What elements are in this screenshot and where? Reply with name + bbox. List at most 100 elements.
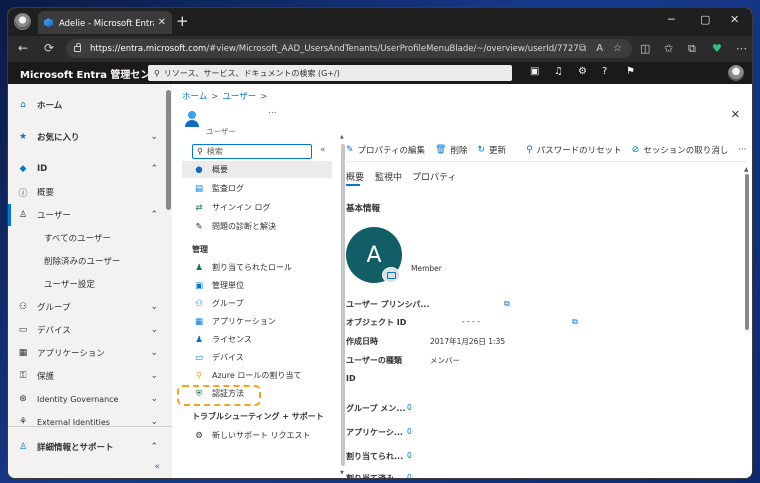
- close-window-button[interactable]: ✕: [730, 13, 739, 26]
- nav-devices[interactable]: ▭ デバイス ⌄: [8, 319, 164, 341]
- admin-units-icon: ▣: [194, 280, 204, 291]
- menu-item-licenses[interactable]: ♟ ライセンス: [182, 331, 332, 348]
- notifications-icon[interactable]: ♫: [554, 66, 563, 77]
- settings-more-icon[interactable]: ⋯: [736, 42, 747, 55]
- applications-icon: ▦: [194, 316, 204, 327]
- settings-gear-icon[interactable]: ⚙: [578, 66, 587, 77]
- revoke-sessions-button[interactable]: ⊘ セッションの取り消し: [632, 144, 729, 156]
- menu-item-signin-logs[interactable]: ⇄ サインイン ログ: [182, 199, 332, 216]
- scroll-down-arrow-icon[interactable]: ▼: [340, 470, 344, 476]
- scroll-up-arrow-icon[interactable]: ▲: [744, 166, 749, 173]
- menu-item-audit-logs[interactable]: ▤ 監査ログ: [182, 180, 332, 197]
- lock-icon: [74, 42, 81, 52]
- favorites-icon[interactable]: ✩: [664, 42, 673, 55]
- resource-menu-search-input[interactable]: ⚲ 検索: [192, 144, 312, 159]
- summary-group-value[interactable]: 0: [407, 403, 412, 412]
- copy-upn-icon[interactable]: ⧉: [504, 299, 510, 309]
- edit-properties-button[interactable]: ✎ プロパティの編集: [346, 144, 425, 156]
- group-icon: ⚇: [18, 302, 28, 312]
- content-scroll-thumb[interactable]: [745, 174, 749, 330]
- feedback-icon[interactable]: ⚑: [626, 66, 635, 77]
- menu-item-azure-role-assignments[interactable]: ⚲ Azure ロールの割り当て: [182, 367, 332, 384]
- content-scrollbar[interactable]: ▲: [744, 166, 750, 478]
- menu-item-diagnose-solve[interactable]: ✎ 問題の診断と解決: [182, 218, 332, 235]
- text-size-icon[interactable]: A: [596, 43, 603, 54]
- tab-monitoring[interactable]: 監視中: [375, 170, 402, 183]
- summary-role-label: 割り当てられ...: [346, 452, 404, 461]
- menu-item-assigned-roles[interactable]: ♟ 割り当てられたロール: [182, 259, 332, 276]
- member-type-text: Member: [411, 264, 442, 273]
- browser-tab-active[interactable]: Adelie - Microsoft Entra 管理セン ✕: [38, 11, 172, 34]
- tab-close-icon[interactable]: ✕: [158, 17, 166, 28]
- back-button[interactable]: ←: [18, 41, 28, 55]
- menu-item-devices[interactable]: ▭ デバイス: [182, 349, 332, 366]
- copy-object-id-icon[interactable]: ⧉: [572, 317, 578, 327]
- reload-button[interactable]: ⟳: [44, 41, 54, 55]
- collapse-nav-button[interactable]: «: [154, 462, 160, 472]
- breadcrumb-home[interactable]: ホーム: [182, 92, 207, 102]
- menu-item-overview[interactable]: ● 概要: [182, 161, 332, 178]
- global-search-input[interactable]: ⚲ リソース、サービス、ドキュメントの検索 (G+/): [148, 65, 512, 81]
- browser-profile-avatar[interactable]: [14, 13, 31, 30]
- nav-scrollbar[interactable]: [166, 90, 171, 210]
- resource-menu-scroll-thumb[interactable]: [341, 144, 345, 466]
- tab-overview[interactable]: 概要: [346, 170, 364, 183]
- menu-item-applications[interactable]: ▦ アプリケーション: [182, 313, 332, 330]
- collections-icon[interactable]: ⧉: [688, 42, 696, 56]
- scroll-up-arrow-icon[interactable]: ▲: [340, 134, 344, 140]
- help-icon[interactable]: ?: [602, 66, 607, 77]
- chevron-down-icon: ⌄: [150, 348, 158, 358]
- nav-deleted-users[interactable]: 削除済みのユーザー: [8, 250, 164, 272]
- new-tab-button[interactable]: +: [176, 12, 189, 30]
- tab-properties[interactable]: プロパティ: [412, 170, 456, 183]
- maximize-button[interactable]: ▢: [700, 13, 710, 26]
- resource-menu: ⚲ 検索 « ● 概要 ▤ 監査ログ ⇄ サインイン ログ ✎ 問題の診断と解決…: [178, 134, 345, 478]
- tab-strip: Adelie - Microsoft Entra 管理セン ✕ + ─ ▢ ✕: [8, 8, 752, 36]
- nav-identity[interactable]: ◆ ID ⌃: [8, 158, 164, 180]
- user-type-label: ユーザーの種類: [346, 356, 402, 365]
- nav-all-users[interactable]: すべてのユーザー: [8, 227, 164, 249]
- collapse-menu-button[interactable]: «: [320, 145, 326, 155]
- cloud-shell-icon[interactable]: ▣: [530, 66, 539, 77]
- nav-overview[interactable]: ⓘ 概要: [8, 181, 164, 203]
- menu-item-groups[interactable]: ⚇ グループ: [182, 295, 332, 312]
- refresh-button[interactable]: ↻ 更新: [478, 144, 507, 156]
- nav-protection[interactable]: ⚿ 保護 ⌄: [8, 365, 164, 387]
- nav-user-settings[interactable]: ユーザー設定: [8, 273, 164, 295]
- favorite-star-icon[interactable]: ☆: [613, 43, 622, 54]
- search-icon: ⚲: [154, 68, 160, 78]
- close-blade-icon[interactable]: ✕: [731, 108, 740, 121]
- menu-item-new-support-request[interactable]: ⚙ 新しいサポート リクエスト: [182, 427, 332, 444]
- browser-essentials-icon[interactable]: ♥: [712, 42, 722, 55]
- devices-icon: ▭: [194, 352, 204, 363]
- summary-role-value[interactable]: 0: [407, 451, 412, 460]
- nav-users[interactable]: ♙ ユーザー ⌃: [8, 204, 164, 226]
- nav-groups[interactable]: ⚇ グループ ⌄: [8, 296, 164, 318]
- split-screen-icon[interactable]: ◫: [640, 42, 650, 55]
- governance-icon: ⊛: [19, 394, 27, 404]
- nav-home[interactable]: ⌂ ホーム: [8, 94, 164, 116]
- nav-learn-support[interactable]: ♙ 詳細情報とサポート ⌃: [8, 436, 164, 458]
- user-type-value: メンバー: [430, 356, 460, 365]
- blade-more-button[interactable]: ...: [268, 106, 277, 116]
- nav-applications[interactable]: ▦ アプリケーション ⌄: [8, 342, 164, 364]
- summary-license-value[interactable]: 0: [407, 473, 412, 478]
- delete-button[interactable]: 🗑 削除: [435, 144, 467, 156]
- user-icon: ♙: [18, 210, 28, 220]
- breadcrumb-users[interactable]: ユーザー: [222, 92, 256, 102]
- url-field[interactable]: https://entra.microsoft.com/#view/Micros…: [66, 39, 632, 58]
- nav-identity-governance[interactable]: ⊛ Identity Governance ⌄: [8, 388, 164, 410]
- minimize-button[interactable]: ─: [668, 13, 675, 26]
- nav-external-identities[interactable]: ⚘ External Identities ⌄: [8, 411, 164, 433]
- trash-icon: 🗑: [435, 145, 447, 155]
- apps-icon: ▦: [18, 348, 28, 358]
- read-aloud-icon[interactable]: ⧉: [579, 43, 586, 54]
- menu-item-admin-units[interactable]: ▣ 管理単位: [182, 277, 332, 294]
- object-id-value: - - - -: [462, 317, 480, 326]
- nav-favorites[interactable]: ★ お気に入り ⌄: [8, 126, 164, 148]
- left-navigation: ⌂ ホーム ★ お気に入り ⌄ ◆ ID ⌃ ⓘ 概要 ♙ ユーザー ⌃ すべて…: [8, 84, 172, 478]
- reset-password-button[interactable]: ⚲ パスワードのリセット: [526, 144, 622, 156]
- more-commands-button[interactable]: ···: [738, 145, 746, 155]
- account-avatar[interactable]: [728, 65, 744, 81]
- summary-app-value[interactable]: 0: [407, 427, 412, 436]
